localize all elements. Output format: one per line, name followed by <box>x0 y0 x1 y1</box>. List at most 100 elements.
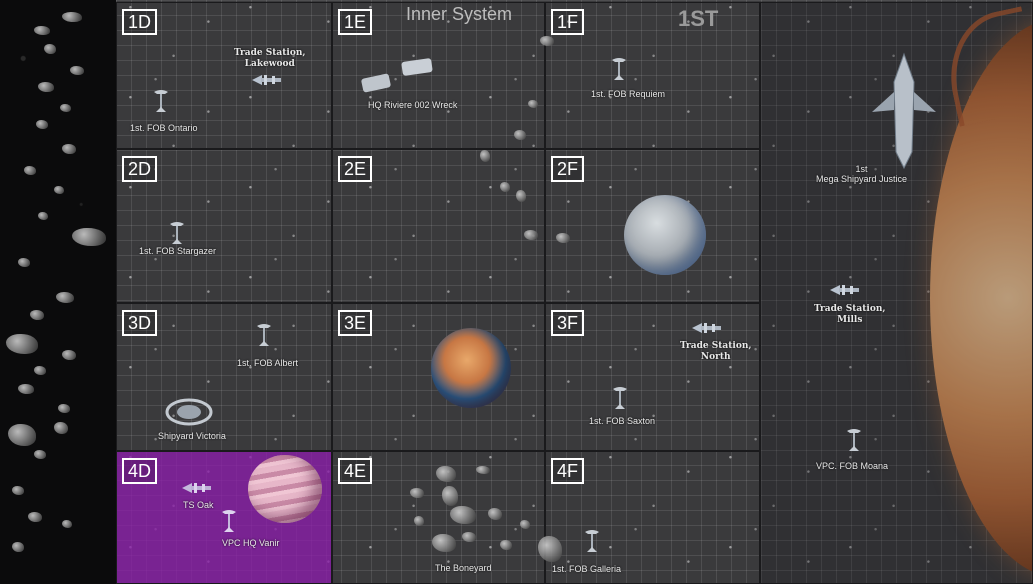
fob-tower-icon[interactable] <box>610 56 628 82</box>
asteroid-icon <box>480 150 490 162</box>
sector-label: 2F <box>551 156 585 182</box>
star-map: 1D 1E 1F 2D 2E 2F 3D 3E 3F 4D 4E 4F Inne… <box>0 0 1033 584</box>
fob-tower-icon[interactable] <box>845 427 863 453</box>
asteroid-icon <box>12 486 24 495</box>
sector-label: 4D <box>122 458 158 484</box>
sector-label: 3E <box>338 310 373 336</box>
sector-1F[interactable]: 1F <box>545 2 760 149</box>
trade-station-lakewood-label: Trade Station, Lakewood <box>234 48 306 69</box>
asteroid-icon <box>516 190 526 202</box>
asteroid-icon <box>8 424 36 446</box>
trade-station-icon[interactable] <box>180 480 214 496</box>
asteroid-icon <box>62 12 82 22</box>
fob-tower-icon[interactable] <box>583 528 601 554</box>
mega-shipyard-justice-label: 1st Mega Shipyard Justice <box>816 164 908 184</box>
fob-saxton-label: 1st. FOB Saxton <box>589 416 656 426</box>
asteroid-icon <box>62 520 72 528</box>
planet-icon[interactable] <box>624 195 706 275</box>
asteroid-icon <box>58 404 70 413</box>
asteroid-icon <box>410 488 424 498</box>
asteroid-icon <box>60 104 71 112</box>
vpc-hq-vanir-label: VPC HQ Vanir <box>222 538 280 548</box>
planet-icon[interactable] <box>431 328 511 408</box>
asteroid-icon <box>54 186 64 194</box>
asteroid-icon <box>18 384 34 394</box>
asteroid-icon <box>432 534 456 552</box>
sector-label: 4E <box>338 458 373 484</box>
mega-shipyard-icon[interactable] <box>868 52 940 170</box>
asteroid-icon <box>38 82 54 92</box>
trade-station-icon[interactable] <box>828 282 862 298</box>
shipyard-icon[interactable] <box>165 396 213 428</box>
asteroid-icon <box>54 422 68 434</box>
trade-station-icon[interactable] <box>250 72 284 88</box>
asteroid-icon <box>538 536 562 562</box>
asteroid-icon <box>6 334 38 354</box>
ts-oak-label: TS Oak <box>183 500 214 510</box>
asteroid-icon <box>12 542 24 552</box>
asteroid-icon <box>414 516 424 526</box>
fob-ontario-label: 1st. FOB Ontario <box>130 123 198 133</box>
the-boneyard-label: The Boneyard <box>435 563 492 573</box>
wreck-icon[interactable] <box>358 56 438 100</box>
sector-label: 2D <box>122 156 158 182</box>
sector-2E[interactable]: 2E <box>332 149 545 303</box>
shipyard-victoria-label: Shipyard Victoria <box>158 431 226 441</box>
asteroid-icon <box>34 26 50 35</box>
hq-riviere-wreck-label: HQ Riviere 002 Wreck <box>368 100 458 110</box>
asteroid-icon <box>70 66 84 75</box>
fob-galleria-label: 1st. FOB Galleria <box>552 564 622 574</box>
fob-albert-label: 1st. FOB Albert <box>237 358 299 368</box>
asteroid-icon <box>450 506 476 524</box>
asteroid-icon <box>520 520 530 529</box>
asteroid-icon <box>476 466 490 474</box>
fob-tower-icon[interactable] <box>611 385 629 411</box>
trade-station-icon[interactable] <box>690 320 724 336</box>
sector-label: 2E <box>338 156 373 182</box>
sector-label: 3F <box>551 310 585 336</box>
asteroid-icon <box>24 166 36 175</box>
asteroid-icon <box>38 212 48 220</box>
asteroid-icon <box>30 310 44 320</box>
asteroid-icon <box>436 466 456 482</box>
vpc-fob-moana-label: VPC. FOB Moana <box>816 461 889 471</box>
asteroid-icon <box>28 512 42 522</box>
fob-tower-icon[interactable] <box>168 220 186 246</box>
fob-tower-icon[interactable] <box>152 88 170 114</box>
asteroid-icon <box>34 366 46 375</box>
sector-label: 1F <box>551 9 585 35</box>
asteroid-icon <box>524 230 538 240</box>
asteroid-icon <box>442 486 458 506</box>
sector-group-title: 1ST <box>678 6 719 31</box>
asteroid-icon <box>514 130 526 140</box>
asteroid-icon <box>18 258 30 267</box>
asteroid-icon <box>540 36 554 46</box>
asteroid-icon <box>56 292 74 303</box>
sector-2D[interactable]: 2D <box>116 149 332 303</box>
asteroid-icon <box>72 228 106 246</box>
asteroid-belt <box>0 0 116 584</box>
inner-system-title: Inner System <box>406 4 513 24</box>
asteroid-icon <box>62 350 76 360</box>
asteroid-icon <box>462 532 476 542</box>
trade-station-mills-label: Trade Station, Mills <box>814 304 886 325</box>
asteroid-icon <box>500 540 512 550</box>
sector-label: 3D <box>122 310 158 336</box>
sector-3D[interactable]: 3D <box>116 303 332 451</box>
sector-label: 1E <box>338 9 373 35</box>
fob-stargazer-label: 1st. FOB Stargazer <box>139 246 217 256</box>
fob-tower-icon[interactable] <box>220 508 238 534</box>
sector-3F[interactable]: 3F <box>545 303 760 451</box>
trade-station-north-label: Trade Station, North <box>680 341 752 362</box>
sector-label: 1D <box>122 9 158 35</box>
asteroid-icon <box>34 450 46 459</box>
asteroid-icon <box>36 120 48 129</box>
planet-icon[interactable] <box>248 455 322 523</box>
fob-tower-icon[interactable] <box>255 322 273 348</box>
fob-requiem-label: 1st. FOB Requiem <box>591 89 666 99</box>
asteroid-icon <box>556 233 570 243</box>
asteroid-icon <box>44 44 56 54</box>
asteroid-icon <box>62 144 76 154</box>
asteroid-icon <box>488 508 502 520</box>
asteroid-icon <box>500 182 510 192</box>
